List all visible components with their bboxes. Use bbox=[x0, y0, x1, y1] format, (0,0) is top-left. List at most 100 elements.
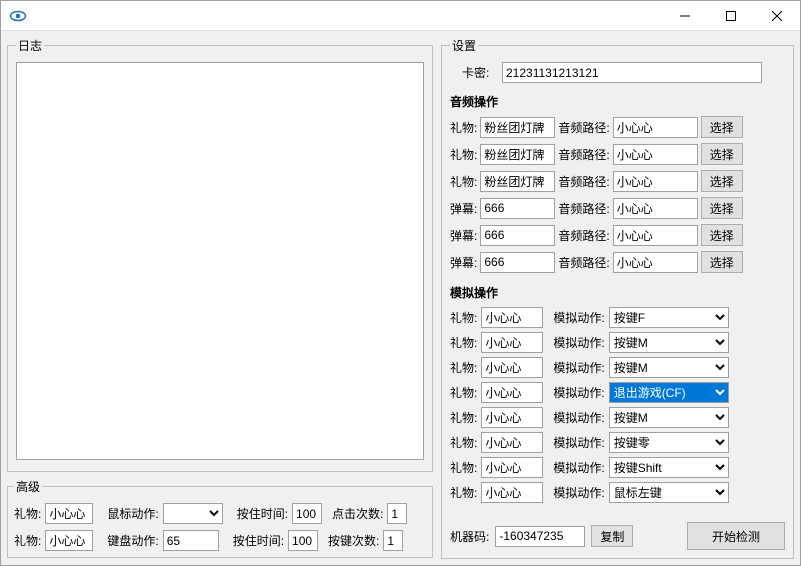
adv1-mouse-select[interactable] bbox=[163, 503, 223, 524]
sim-l1: 礼物: bbox=[450, 459, 477, 476]
close-icon bbox=[772, 11, 782, 21]
start-detect-button[interactable]: 开始检测 bbox=[687, 522, 785, 550]
sim-gift-input[interactable] bbox=[481, 307, 543, 328]
adv2-gift-input[interactable] bbox=[45, 530, 93, 551]
sim-l2: 模拟动作: bbox=[553, 309, 604, 326]
audio-l2: 音频路径: bbox=[558, 254, 609, 271]
sim-gift-input[interactable] bbox=[481, 457, 543, 478]
settings-legend: 设置 bbox=[450, 37, 478, 54]
audio-l2: 音频路径: bbox=[558, 119, 609, 136]
adv1-click-label: 点击次数: bbox=[332, 505, 383, 522]
sim-gift-input[interactable] bbox=[481, 482, 543, 503]
audio-row: 弹幕: 音频路径: 选择 bbox=[450, 224, 785, 246]
adv2-gift-label: 礼物: bbox=[14, 532, 41, 549]
sim-l1: 礼物: bbox=[450, 384, 477, 401]
audio-row: 弹幕: 音频路径: 选择 bbox=[450, 251, 785, 273]
audio-select-button[interactable]: 选择 bbox=[701, 143, 743, 165]
audio-input-1[interactable] bbox=[480, 225, 555, 246]
adv1-gift-label: 礼物: bbox=[14, 505, 41, 522]
sim-l2: 模拟动作: bbox=[553, 334, 604, 351]
adv2-hold-input[interactable] bbox=[288, 530, 318, 551]
sim-action-select[interactable]: 按键Shift bbox=[609, 457, 729, 478]
sim-l1: 礼物: bbox=[450, 359, 477, 376]
adv1-hold-input[interactable] bbox=[292, 503, 322, 524]
log-textarea[interactable] bbox=[16, 62, 424, 460]
sim-row: 礼物: 模拟动作: 鼠标左键 bbox=[450, 482, 785, 503]
window-maximize-button[interactable] bbox=[708, 1, 754, 31]
audio-input-1[interactable] bbox=[480, 198, 555, 219]
sim-row: 礼物: 模拟动作: 按键Shift bbox=[450, 457, 785, 478]
sim-section-title: 模拟操作 bbox=[450, 284, 785, 301]
adv1-hold-label: 按住时间: bbox=[237, 505, 288, 522]
window-minimize-button[interactable] bbox=[662, 1, 708, 31]
sim-action-select[interactable]: 按键F bbox=[609, 307, 729, 328]
app-icon bbox=[9, 7, 27, 25]
adv2-keyboard-input[interactable] bbox=[163, 530, 219, 551]
audio-row: 弹幕:音频路径:选择 bbox=[450, 197, 785, 219]
audio-input-2[interactable] bbox=[613, 198, 698, 219]
log-fieldset: 日志 bbox=[7, 37, 433, 472]
sim-gift-input[interactable] bbox=[481, 332, 543, 353]
audio-l2: 音频路径: bbox=[558, 200, 609, 217]
audio-l1: 弹幕: bbox=[450, 227, 477, 244]
audio-select-button[interactable]: 选择 bbox=[701, 116, 743, 138]
audio-l1: 弹幕: bbox=[450, 254, 477, 271]
sim-l1: 礼物: bbox=[450, 334, 477, 351]
audio-select-button[interactable]: 选择 bbox=[701, 197, 743, 219]
sim-action-select[interactable]: 鼠标左键 bbox=[609, 482, 729, 503]
content: 日志 高级 礼物: 鼠标动作: 按住时间: 点击次数: 礼物: bbox=[1, 31, 800, 565]
audio-rows-container: 礼物:音频路径:选择礼物:音频路径:选择礼物:音频路径:选择弹幕:音频路径:选择… bbox=[450, 116, 785, 278]
audio-input-2[interactable] bbox=[613, 171, 698, 192]
advanced-row-1: 礼物: 鼠标动作: 按住时间: 点击次数: bbox=[14, 503, 426, 524]
card-row: 卡密: bbox=[450, 62, 785, 83]
sim-l2: 模拟动作: bbox=[553, 384, 604, 401]
audio-input-1[interactable] bbox=[480, 252, 555, 273]
left-column: 日志 高级 礼物: 鼠标动作: 按住时间: 点击次数: 礼物: bbox=[7, 37, 433, 559]
sim-gift-input[interactable] bbox=[481, 432, 543, 453]
adv1-gift-input[interactable] bbox=[45, 503, 93, 524]
audio-section-title: 音频操作 bbox=[450, 93, 785, 110]
audio-l2: 音频路径: bbox=[558, 227, 609, 244]
audio-input-2[interactable] bbox=[613, 144, 698, 165]
maximize-icon bbox=[726, 11, 736, 21]
sim-action-select[interactable]: 退出游戏(CF) bbox=[609, 382, 729, 403]
audio-select-button[interactable]: 选择 bbox=[701, 170, 743, 192]
sim-l2: 模拟动作: bbox=[553, 409, 604, 426]
advanced-row-2: 礼物: 键盘动作: 按住时间: 按键次数: bbox=[14, 530, 426, 551]
sim-gift-input[interactable] bbox=[481, 357, 543, 378]
sim-l1: 礼物: bbox=[450, 484, 477, 501]
audio-input-2[interactable] bbox=[613, 117, 698, 138]
sim-l2: 模拟动作: bbox=[553, 459, 604, 476]
sim-gift-input[interactable] bbox=[481, 382, 543, 403]
audio-input-1[interactable] bbox=[480, 144, 555, 165]
audio-select-button[interactable]: 选择 bbox=[701, 251, 743, 273]
bottom-row: 机器码: 复制 开始检测 bbox=[450, 514, 785, 550]
log-legend: 日志 bbox=[16, 37, 44, 54]
audio-select-button[interactable]: 选择 bbox=[701, 224, 743, 246]
sim-l2: 模拟动作: bbox=[553, 484, 604, 501]
adv2-press-input[interactable] bbox=[383, 530, 403, 551]
window-close-button[interactable] bbox=[754, 1, 800, 31]
machine-label: 机器码: bbox=[450, 528, 489, 545]
audio-row: 礼物:音频路径:选择 bbox=[450, 170, 785, 192]
sim-action-select[interactable]: 按键零 bbox=[609, 432, 729, 453]
sim-action-select[interactable]: 按键M bbox=[609, 357, 729, 378]
advanced-legend: 高级 bbox=[14, 478, 42, 495]
sim-gift-input[interactable] bbox=[481, 407, 543, 428]
adv1-mouse-label: 鼠标动作: bbox=[107, 505, 158, 522]
audio-input-1[interactable] bbox=[480, 117, 555, 138]
audio-input-2[interactable] bbox=[613, 252, 698, 273]
sim-row: 礼物:模拟动作:按键零 bbox=[450, 432, 785, 453]
adv2-press-label: 按键次数: bbox=[328, 532, 379, 549]
card-input[interactable] bbox=[502, 62, 762, 83]
advanced-fieldset: 高级 礼物: 鼠标动作: 按住时间: 点击次数: 礼物: 键盘动作: 按住 bbox=[7, 478, 433, 558]
audio-input-1[interactable] bbox=[480, 171, 555, 192]
titlebar bbox=[1, 1, 800, 31]
sim-action-select[interactable]: 按键M bbox=[609, 332, 729, 353]
copy-button[interactable]: 复制 bbox=[591, 525, 633, 547]
machine-input[interactable] bbox=[495, 526, 585, 547]
adv1-click-input[interactable] bbox=[387, 503, 407, 524]
audio-input-2[interactable] bbox=[613, 225, 698, 246]
sim-l1: 礼物: bbox=[450, 409, 477, 426]
sim-action-select[interactable]: 按键M bbox=[609, 407, 729, 428]
